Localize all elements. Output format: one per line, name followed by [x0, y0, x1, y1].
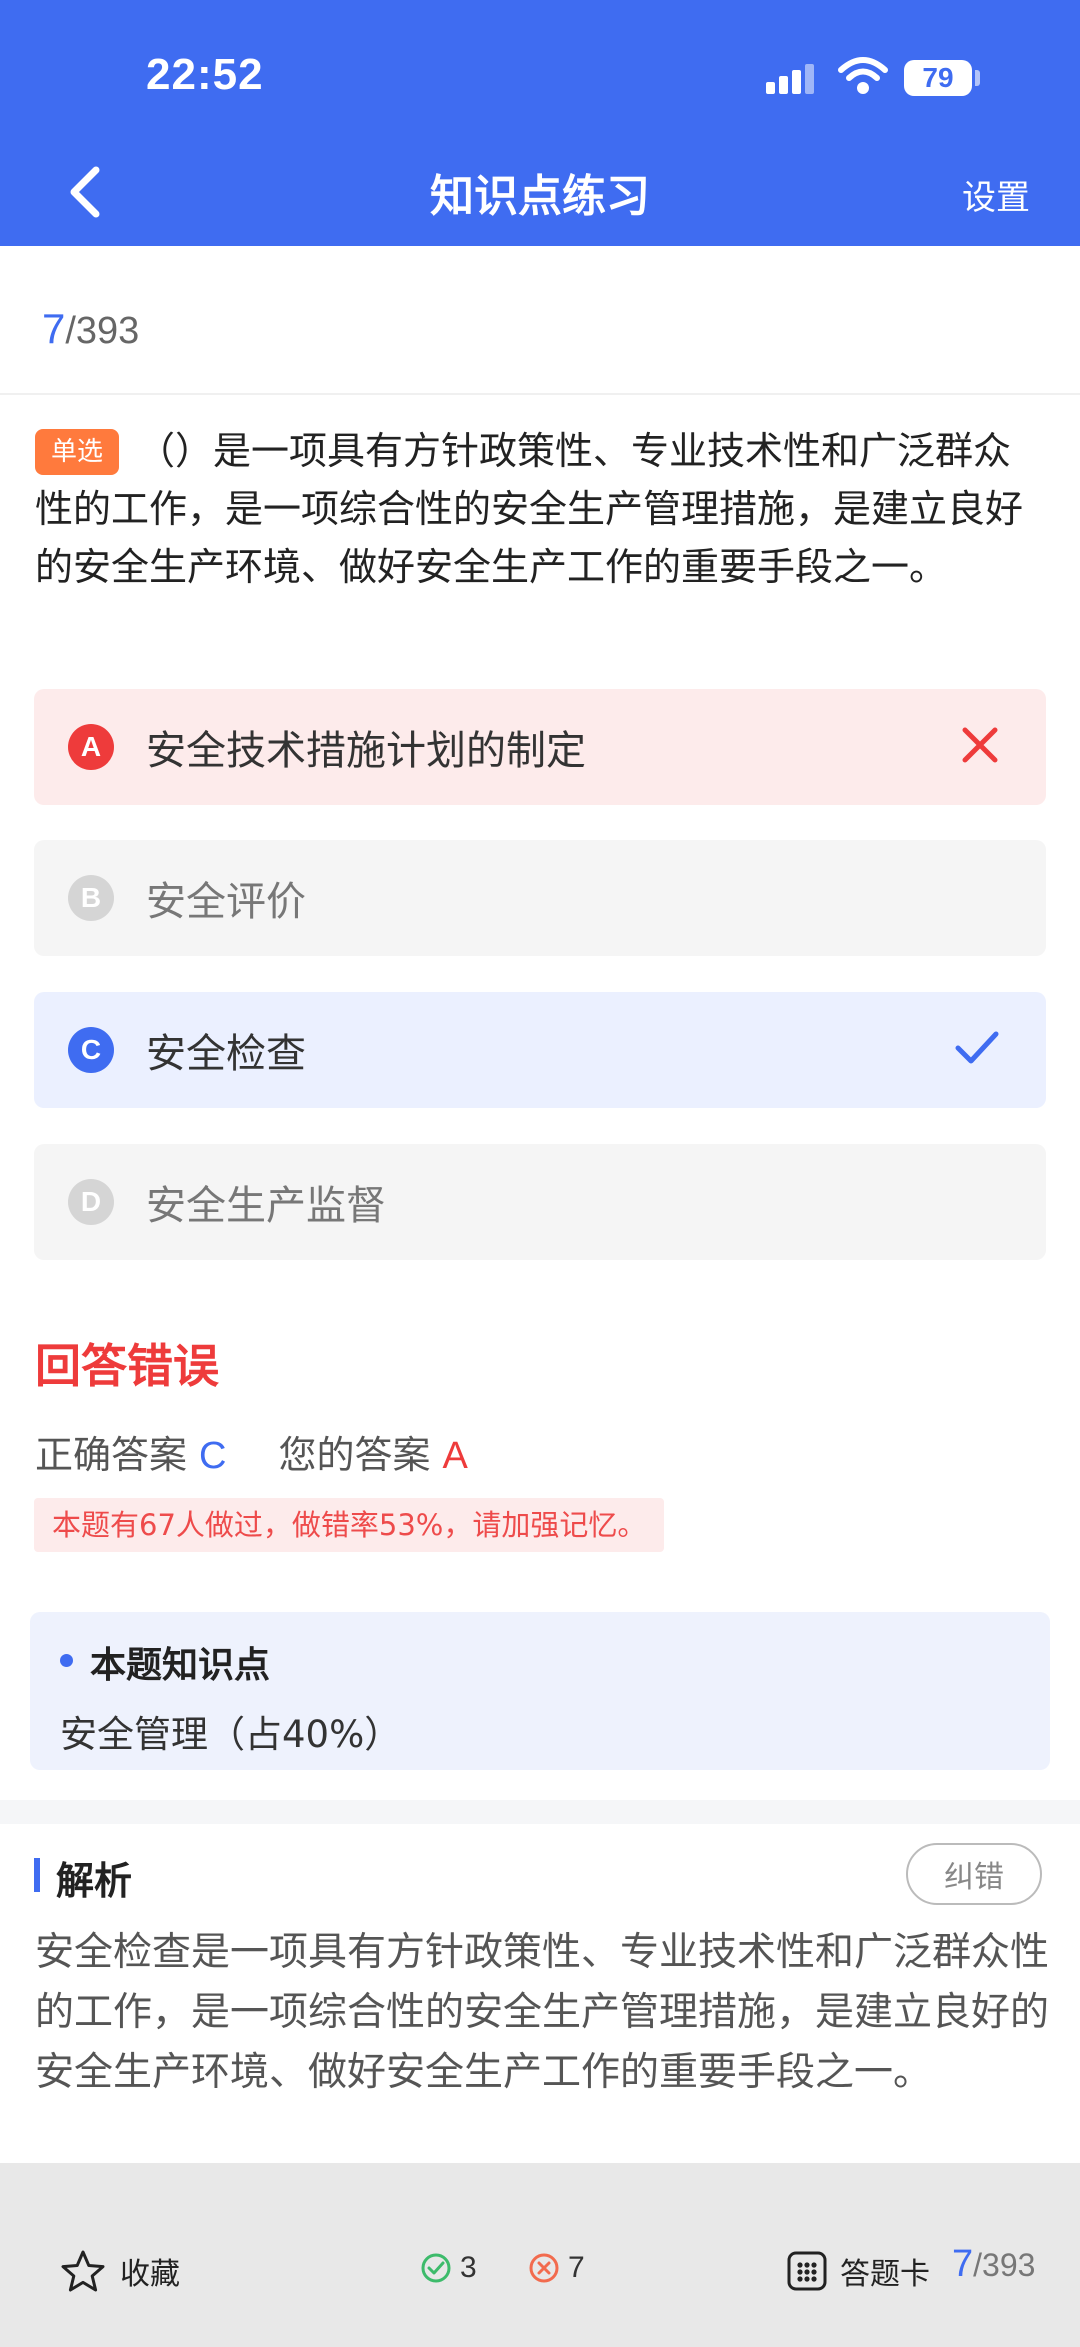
- option-b[interactable]: B 安全评价: [34, 840, 1046, 956]
- answer-card-icon: [787, 2251, 827, 2291]
- section-accent-bar: [34, 1858, 40, 1892]
- option-letter: B: [68, 875, 114, 921]
- report-error-button[interactable]: 纠错: [906, 1843, 1042, 1905]
- bottom-progress-total: /393: [973, 2247, 1036, 2283]
- correct-count-value: 3: [460, 2251, 477, 2284]
- favorite-button[interactable]: 收藏: [60, 2249, 180, 2293]
- answer-card-button[interactable]: 答题卡: [786, 2249, 930, 2293]
- favorite-label: 收藏: [120, 2257, 180, 2292]
- your-answer-value: A: [442, 1435, 468, 1477]
- bullet-dot: [60, 1654, 73, 1667]
- wrong-count[interactable]: 7: [528, 2251, 585, 2285]
- result-title: 回答错误: [35, 1339, 219, 1393]
- cellular-signal-icon: [766, 64, 814, 94]
- settings-button[interactable]: 设置: [962, 170, 1030, 219]
- option-letter: A: [68, 724, 114, 770]
- option-c[interactable]: C 安全检查: [34, 992, 1046, 1108]
- divider: [0, 393, 1080, 395]
- knowledge-title: 本题知识点: [90, 1645, 271, 1686]
- battery-indicator: 79: [904, 60, 972, 96]
- app-header: 22:52 79 知识点练习 设置: [0, 0, 1080, 246]
- option-text: 安全技术措施计划的制定: [146, 728, 586, 774]
- option-letter: C: [68, 1027, 114, 1073]
- back-arrow-icon[interactable]: [62, 164, 112, 220]
- correct-count[interactable]: 3: [420, 2251, 477, 2285]
- analysis-title: 解析: [56, 1859, 133, 1903]
- page-title: 知识点练习: [430, 171, 650, 222]
- progress-current: 7: [42, 305, 66, 352]
- your-answer-label: 您的答案: [278, 1433, 431, 1477]
- knowledge-point-card: 本题知识点 安全管理（占40%）: [30, 1612, 1050, 1770]
- option-text: 安全评价: [146, 879, 306, 925]
- option-a[interactable]: A 安全技术措施计划的制定: [34, 689, 1046, 805]
- correct-answer-value: C: [199, 1435, 227, 1477]
- answer-summary: 正确答案 C 您的答案 A: [35, 1424, 468, 1479]
- question-text: （）是一项具有方针政策性、专业技术性和广泛群众性的工作，是一项综合性的安全生产管…: [35, 429, 1024, 589]
- star-icon: [61, 2250, 105, 2292]
- status-time: 22:52: [146, 50, 264, 99]
- error-rate-notice: 本题有67人做过，做错率53%，请加强记忆。: [34, 1498, 665, 1552]
- answer-card-label: 答题卡: [840, 2257, 930, 2292]
- battery-cap: [975, 70, 980, 86]
- question-type-tag: 单选: [35, 429, 120, 475]
- check-circle-icon: [421, 2253, 451, 2283]
- option-text: 安全生产监督: [146, 1183, 386, 1229]
- wifi-icon: [838, 57, 888, 94]
- analysis-text: 安全检查是一项具有方针政策性、专业技术性和广泛群众性的工作，是一项综合性的安全生…: [35, 1930, 1050, 2095]
- question-progress: 7/393: [42, 305, 139, 353]
- option-d[interactable]: D 安全生产监督: [34, 1144, 1046, 1260]
- bottom-progress: 7/393: [952, 2243, 1035, 2286]
- bottom-progress-current: 7: [952, 2243, 974, 2285]
- knowledge-value: 安全管理（占40%）: [60, 1713, 402, 1756]
- progress-total: /393: [65, 310, 140, 352]
- option-letter: D: [68, 1179, 114, 1225]
- correct-answer-label: 正确答案: [35, 1433, 188, 1477]
- bottom-toolbar: 收藏 3 7 答题卡 7/393: [0, 2163, 1080, 2347]
- x-circle-icon: [529, 2253, 559, 2283]
- section-divider: [0, 1800, 1080, 1824]
- option-text: 安全检查: [146, 1031, 306, 1077]
- wrong-count-value: 7: [568, 2251, 585, 2284]
- wrong-x-icon: [962, 727, 998, 763]
- correct-check-icon: [955, 1031, 999, 1064]
- question-stem: 单选 （）是一项具有方针政策性、专业技术性和广泛群众性的工作，是一项综合性的安全生…: [35, 422, 1045, 596]
